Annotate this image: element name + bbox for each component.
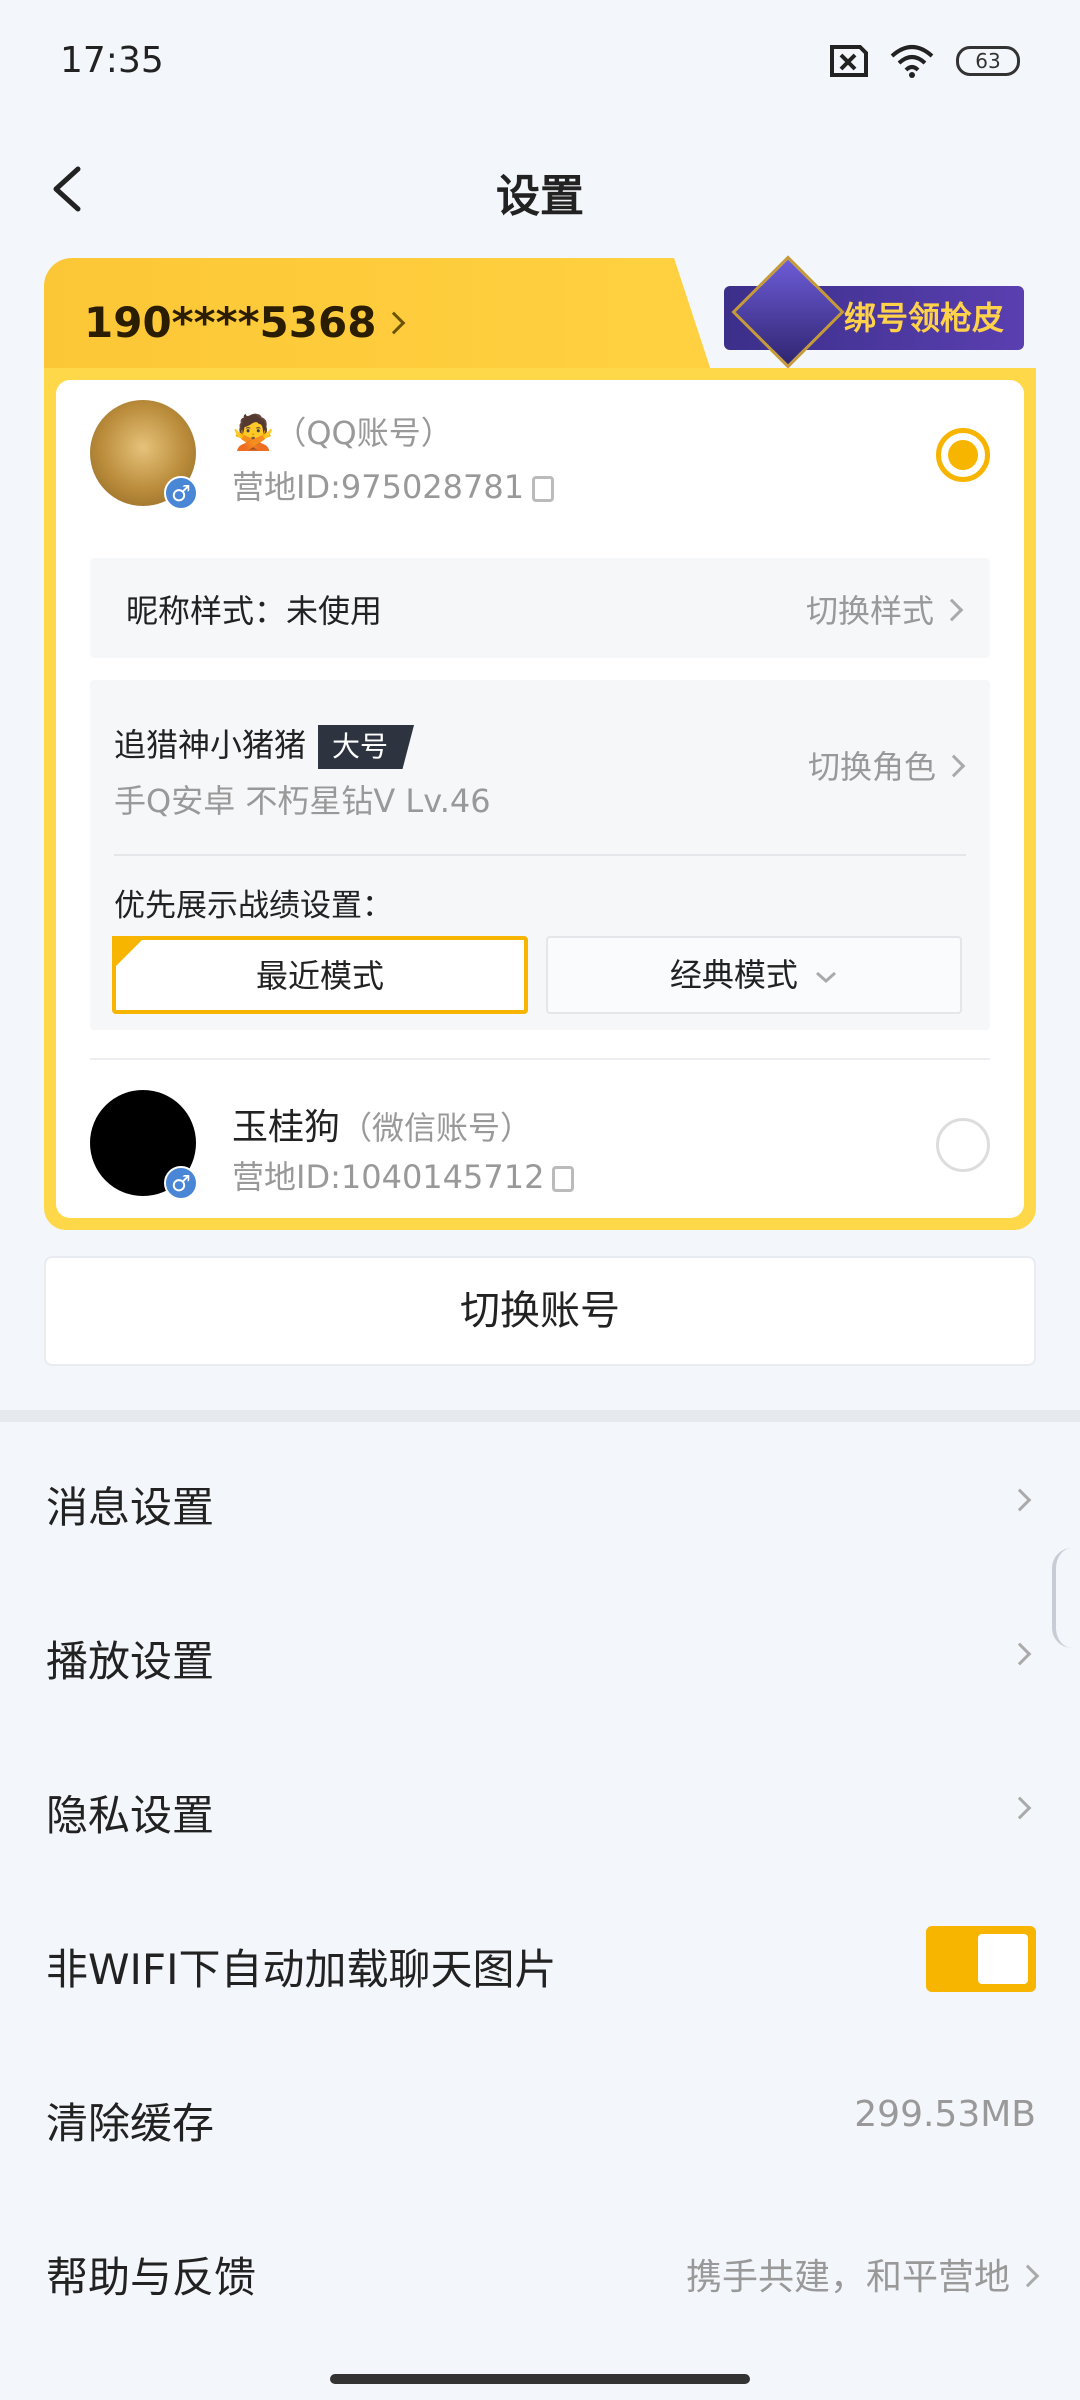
auto-load-toggle[interactable] <box>926 1926 1036 1992</box>
recent-mode-label: 最近模式 <box>255 957 384 995</box>
edge-swipe-handle[interactable] <box>1052 1548 1076 1648</box>
account-name-text: 玉桂狗 <box>232 1107 341 1148</box>
settings-list: 消息设置 播放设置 隐私设置 非WIFI下自动加载聊天图片 清除缓存 299.5… <box>0 1422 1080 2346</box>
phone-number-text: 190****5368 <box>84 298 377 347</box>
camp-id-text: 营地ID:975028781 <box>232 468 525 506</box>
copy-icon[interactable] <box>552 1166 575 1192</box>
wifi-icon <box>890 45 934 78</box>
switch-account-button[interactable]: 切换账号 <box>44 1256 1036 1366</box>
account-name: 🙅（QQ账号） <box>232 408 453 454</box>
wechat-account-row[interactable]: ♂ 玉桂狗（微信账号） 营地ID:1040145712 <box>56 1070 1024 1220</box>
chevron-right-icon <box>1008 1642 1032 1666</box>
chevron-right-icon <box>1008 1796 1032 1820</box>
chevron-right-icon <box>1016 2264 1040 2288</box>
camp-id-text: 营地ID:1040145712 <box>232 1158 545 1196</box>
chevron-down-icon <box>816 971 837 984</box>
classic-mode-dropdown[interactable]: 经典模式 <box>546 936 962 1014</box>
chevron-right-icon <box>942 754 966 778</box>
male-gender-icon: ♂ <box>164 1166 198 1200</box>
battery-indicator: 63 <box>956 46 1020 76</box>
home-indicator[interactable] <box>330 2374 750 2384</box>
clear-cache-row[interactable]: 清除缓存 299.53MB <box>0 2038 1080 2192</box>
role-name-text: 追猎神小猪猪 <box>114 726 307 764</box>
promo-label: 绑号领枪皮 <box>844 299 1005 337</box>
account-card-inner: ♂ 🙅（QQ账号） 营地ID:975028781 昵称样式：未使用 切换样式 追… <box>56 380 1024 1218</box>
setting-label: 播放设置 <box>46 1637 215 1686</box>
playback-settings-row[interactable]: 播放设置 <box>0 1576 1080 1730</box>
section-separator <box>0 1410 1080 1422</box>
status-bar: 17:35 63 <box>0 0 1080 120</box>
switch-role-label: 切换角色 <box>807 748 936 786</box>
record-display-pref-label: 优先展示战绩设置： <box>114 888 393 924</box>
status-icons: 63 <box>828 44 1020 78</box>
divider <box>90 1058 990 1060</box>
camp-id: 营地ID:975028781 <box>232 462 555 508</box>
account-name: 玉桂狗（微信账号） <box>232 1098 532 1150</box>
account-emoji: 🙅 <box>232 413 275 453</box>
nickname-style-label: 昵称样式：未使用 <box>126 592 383 630</box>
account-type: （微信账号） <box>340 1109 533 1147</box>
switch-account-label: 切换账号 <box>460 1288 620 1334</box>
cache-size: 299.53MB <box>854 2094 1036 2135</box>
setting-label: 非WIFI下自动加载聊天图片 <box>46 1945 557 1994</box>
bind-skin-promo-button[interactable]: 绑号领枪皮 <box>724 255 1024 393</box>
help-value-text: 携手共建，和平营地 <box>685 2257 1010 2298</box>
help-value: 携手共建，和平营地 <box>685 2248 1040 2300</box>
switch-style-label: 切换样式 <box>805 592 934 630</box>
account-select-radio[interactable] <box>936 1118 990 1172</box>
setting-label: 帮助与反馈 <box>46 2253 257 2302</box>
camp-id: 营地ID:1040145712 <box>232 1152 575 1198</box>
chevron-right-icon <box>1008 1488 1032 1512</box>
toggle-knob <box>978 1934 1028 1984</box>
recent-mode-button[interactable]: 最近模式 <box>112 936 528 1014</box>
account-select-radio[interactable] <box>936 428 990 482</box>
qq-account-row[interactable]: ♂ 🙅（QQ账号） 营地ID:975028781 <box>56 380 1024 530</box>
help-feedback-row[interactable]: 帮助与反馈 携手共建，和平营地 <box>0 2192 1080 2346</box>
privacy-settings-row[interactable]: 隐私设置 <box>0 1730 1080 1884</box>
account-type: （QQ账号） <box>274 414 453 452</box>
setting-label: 隐私设置 <box>46 1791 215 1840</box>
role-box: 追猎神小猪猪 大号 手Q安卓 不朽星钻Ⅴ Lv.46 切换角色 优先展示战绩设置：… <box>90 680 990 1030</box>
male-gender-icon: ♂ <box>164 476 198 510</box>
auto-load-images-row: 非WIFI下自动加载聊天图片 <box>0 1884 1080 2038</box>
switch-role-link[interactable]: 切换角色 <box>807 742 966 788</box>
phone-number[interactable]: 190****5368 <box>84 298 406 347</box>
role-name: 追猎神小猪猪 大号 <box>114 720 415 769</box>
setting-label: 清除缓存 <box>46 2099 215 2148</box>
message-settings-row[interactable]: 消息设置 <box>0 1422 1080 1576</box>
nickname-style-row[interactable]: 昵称样式：未使用 切换样式 <box>90 558 990 658</box>
classic-mode-label: 经典模式 <box>669 956 798 994</box>
main-account-badge: 大号 <box>318 725 415 769</box>
switch-style-link[interactable]: 切换样式 <box>805 586 964 632</box>
sim-error-icon <box>830 45 868 77</box>
chevron-right-icon <box>383 311 406 334</box>
divider <box>114 854 966 856</box>
setting-label: 消息设置 <box>46 1483 215 1532</box>
nav-bar: 设置 <box>0 140 1080 240</box>
status-time: 17:35 <box>60 40 164 81</box>
role-meta: 手Q安卓 不朽星钻Ⅴ Lv.46 <box>114 782 491 820</box>
copy-icon[interactable] <box>532 476 555 502</box>
page-title: 设置 <box>496 171 584 222</box>
account-card-body: ♂ 🙅（QQ账号） 营地ID:975028781 昵称样式：未使用 切换样式 追… <box>44 368 1036 1230</box>
account-card: 190****5368 绑号领枪皮 ♂ 🙅（QQ账号） 营地ID:9750287… <box>44 255 1036 1230</box>
chevron-right-icon <box>940 598 964 622</box>
